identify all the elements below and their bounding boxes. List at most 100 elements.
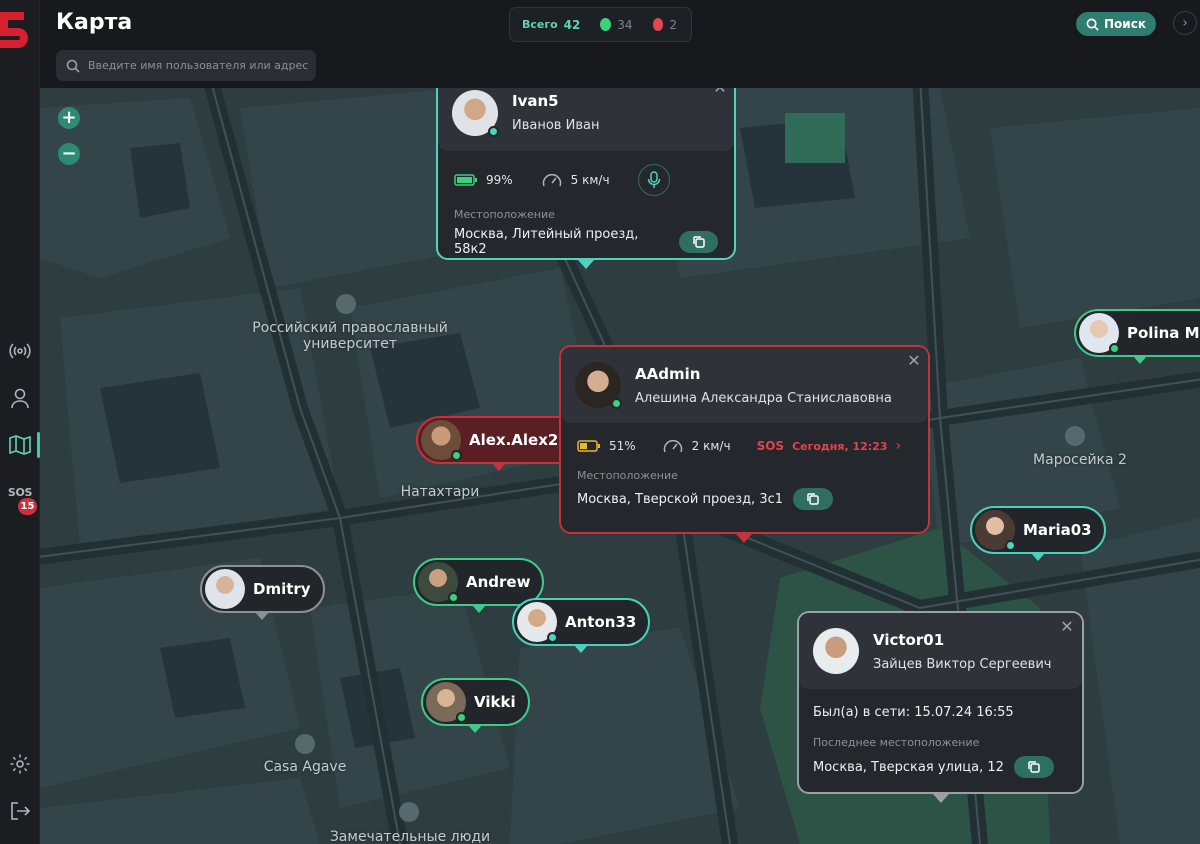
marker-name: Vikki: [474, 693, 516, 711]
marker-name: Alex.Alex22: [469, 431, 569, 449]
location-label: Местоположение: [577, 469, 678, 482]
battery-stat: 51%: [577, 439, 636, 453]
last-location-label: Последнее местоположение: [813, 736, 980, 749]
search-input[interactable]: [88, 59, 308, 72]
battery-stat: 99%: [454, 173, 513, 187]
user-marker-alex[interactable]: Alex.Alex22: [416, 416, 583, 464]
speedometer-icon: [663, 439, 682, 453]
avatar: [205, 569, 245, 609]
online-status-dot: [1109, 343, 1120, 354]
marker-name: Polina M: [1127, 324, 1200, 342]
speed-value: 2 км/ч: [691, 439, 731, 453]
battery-icon: [454, 174, 477, 186]
avatar: [813, 628, 859, 674]
user-marker-andrew[interactable]: Andrew: [413, 558, 545, 606]
zoom-in-button[interactable]: +: [58, 107, 80, 129]
map-view[interactable]: + − Российский православный университет …: [40, 88, 1200, 844]
search-button-label: Поиск: [1104, 17, 1146, 31]
map-label-zamech: Замечательные люди: [329, 829, 491, 844]
user-marker-dmitry[interactable]: Dmitry: [200, 565, 325, 613]
speed-value: 5 км/ч: [570, 173, 610, 187]
sos-dot: [652, 18, 664, 31]
total-count: 42: [563, 17, 581, 32]
user-marker-maria[interactable]: Maria03: [970, 506, 1106, 554]
copy-address-button[interactable]: [1013, 756, 1054, 778]
close-icon[interactable]: ✕: [906, 353, 922, 369]
battery-value: 51%: [609, 439, 636, 453]
online-status-dot: [456, 712, 467, 723]
chevron-right-icon[interactable]: ›: [1173, 11, 1197, 35]
copy-address-button[interactable]: [793, 488, 834, 510]
location-address: Москва, Тверской проезд, 3с1: [577, 491, 784, 507]
battery-value: 99%: [486, 173, 513, 187]
battery-icon: [577, 440, 600, 452]
map-label-maroseyka: Маросейка 2: [1033, 452, 1127, 468]
user-search-box[interactable]: [56, 50, 316, 81]
avatar: [575, 362, 622, 409]
online-status-dot: [611, 398, 622, 409]
card-username: AAdmin: [635, 364, 701, 383]
logout-icon[interactable]: [6, 797, 34, 825]
sos-count-badge: 15: [18, 498, 37, 515]
search-button[interactable]: Поиск: [1076, 12, 1156, 36]
sos-time: Сегодня, 12:23: [792, 439, 888, 453]
speed-stat: 5 км/ч: [541, 171, 610, 189]
total-label: Всего: [522, 18, 558, 31]
copy-icon: [807, 493, 819, 505]
header: Карта Всего 42 34 2 Поиск ›: [40, 0, 1200, 88]
broadcast-icon[interactable]: [6, 337, 34, 365]
user-marker-anton[interactable]: Anton33: [512, 598, 651, 646]
card-header: Ivan5 Иванов Иван: [438, 88, 734, 151]
location-address: Москва, Литейный проезд, 58к2: [454, 227, 639, 257]
avatar: [418, 562, 459, 603]
user-icon[interactable]: [6, 384, 34, 412]
close-icon[interactable]: ✕: [712, 88, 728, 96]
card-fullname: Иванов Иван: [512, 118, 600, 133]
last-seen-text: Был(а) в сети: 15.07.24 16:55: [813, 705, 1014, 720]
user-card-admin: AAdmin Алешина Александра Станиславовна …: [559, 345, 930, 534]
close-icon[interactable]: ✕: [1059, 619, 1075, 635]
card-pointer: [578, 260, 594, 269]
avatar: [452, 89, 499, 137]
avatar: [421, 420, 462, 461]
user-card-ivan: Ivan5 Иванов Иван ✕ 99% 5 км/ч Местополо…: [436, 88, 736, 260]
speedometer-icon: [542, 173, 561, 187]
map-icon[interactable]: [6, 431, 34, 459]
avatar: [1079, 313, 1120, 354]
card-pointer: [933, 794, 949, 803]
marker-name: Anton33: [565, 613, 637, 631]
online-count: 34: [617, 17, 633, 32]
search-icon: [1086, 18, 1099, 31]
copy-icon: [1028, 761, 1040, 773]
zoom-out-button[interactable]: −: [58, 143, 80, 165]
online-status-dot: [451, 450, 462, 461]
page-title: Карта: [56, 10, 133, 35]
map-label-natahtari: Натахтари: [400, 484, 480, 500]
search-icon: [66, 59, 80, 73]
user-card-victor: Victor01 Зайцев Виктор Сергеевич ✕ Был(а…: [797, 611, 1084, 794]
user-marker-vikki[interactable]: Vikki: [421, 678, 530, 726]
copy-address-button[interactable]: [679, 231, 718, 253]
app-root: SOS 15 Карта Всего 42 34 2 Поиск ›: [0, 0, 1200, 844]
card-username: Ivan5: [512, 92, 559, 110]
gear-icon[interactable]: [6, 750, 34, 778]
sidebar: SOS 15: [0, 0, 40, 844]
card-header: Victor01 Зайцев Виктор Сергеевич: [799, 613, 1082, 689]
card-fullname: Зайцев Виктор Сергеевич: [873, 656, 1052, 672]
sos-count: 2: [669, 17, 677, 32]
speed-stat: 2 км/ч: [662, 437, 731, 455]
card-fullname: Алешина Александра Станиславовна: [635, 390, 892, 406]
marker-name: Maria03: [1023, 521, 1092, 539]
sos-alert-link[interactable]: SOS Сегодня, 12:23 ›: [757, 438, 902, 454]
online-status-dot: [547, 632, 558, 643]
user-counters: Всего 42 34 2: [509, 7, 692, 42]
microphone-icon[interactable]: [637, 164, 670, 196]
avatar: [426, 682, 467, 723]
user-marker-polina[interactable]: Polina M: [1074, 309, 1200, 357]
card-pointer: [736, 534, 752, 543]
location-address: Москва, Тверская улица, 12: [813, 759, 1004, 775]
sos-label: SOS: [756, 439, 785, 453]
sos-nav-label: SOS: [7, 485, 33, 499]
online-status-dot: [1005, 540, 1016, 551]
online-dot: [600, 18, 612, 31]
